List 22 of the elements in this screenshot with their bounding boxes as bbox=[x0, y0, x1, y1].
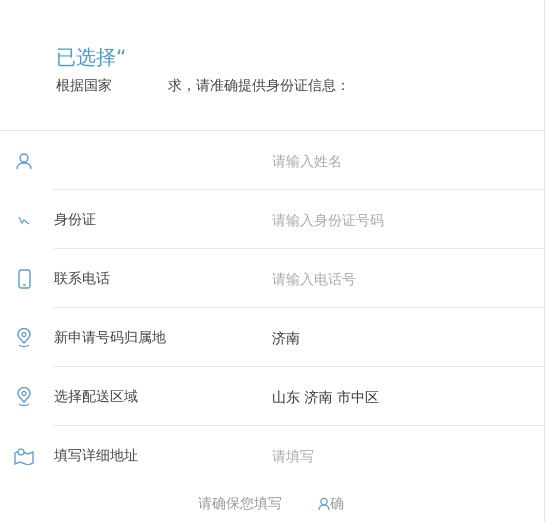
input-field[interactable]: 请输入电话号 bbox=[272, 272, 492, 288]
person-icon bbox=[16, 152, 32, 170]
person-icon bbox=[318, 497, 330, 511]
location-pin-icon bbox=[16, 328, 32, 348]
field-label: 新申请号码归属地 bbox=[54, 330, 166, 346]
field-label: 填写详细地址 bbox=[54, 448, 138, 464]
field-label: 选择配送区域 bbox=[54, 388, 138, 404]
phone-icon bbox=[18, 268, 30, 288]
footer-note: 确 bbox=[330, 495, 344, 513]
footer-note: 请确保您填写 bbox=[198, 495, 282, 513]
field-value[interactable]: 山东 济南 市中区 bbox=[272, 390, 379, 406]
input-field[interactable]: 请输入姓名 bbox=[272, 154, 492, 170]
map-icon bbox=[14, 446, 34, 464]
page-title: 已选择“ bbox=[56, 44, 126, 71]
field-label: 联系电话 bbox=[54, 270, 110, 286]
notice-text: 求，请准确提供身份证信息： bbox=[168, 77, 350, 95]
field-value[interactable]: 济南 bbox=[272, 330, 300, 346]
location-pin-icon bbox=[16, 386, 32, 406]
notice-text: 根据国家 bbox=[56, 77, 112, 95]
input-field[interactable]: 请输入身份证号码 bbox=[272, 213, 492, 229]
input-field[interactable]: 请填写 bbox=[272, 449, 492, 465]
field-label: 身份证 bbox=[54, 212, 96, 228]
